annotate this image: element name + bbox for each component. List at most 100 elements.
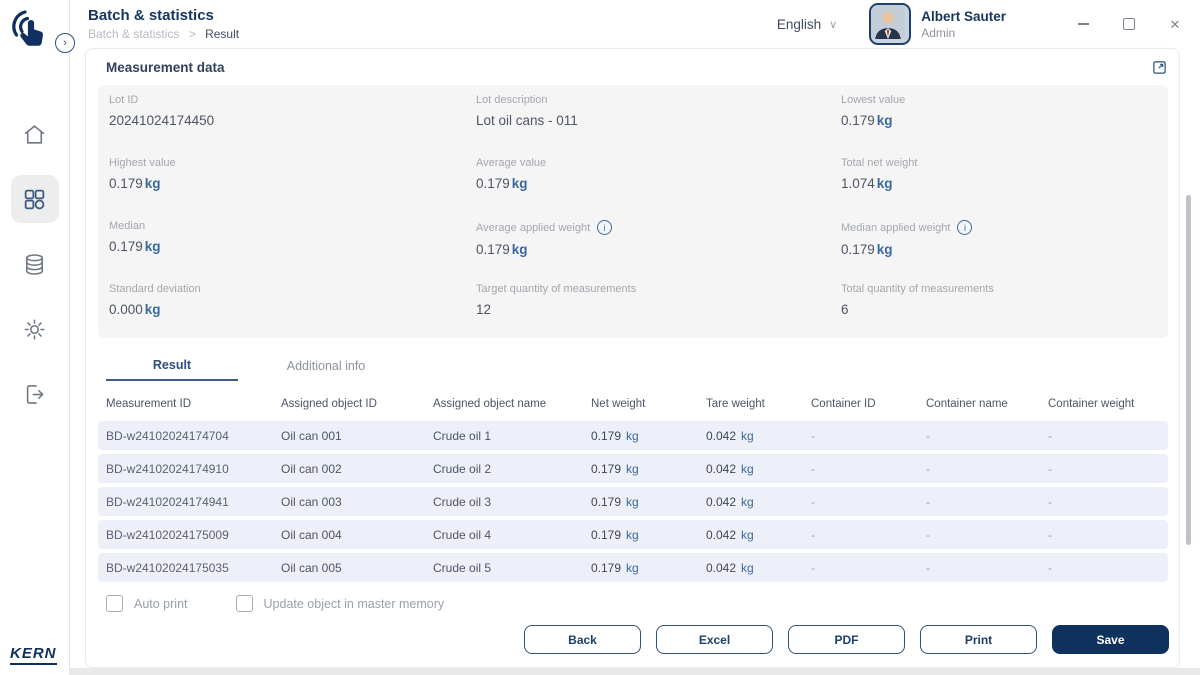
- cell-object-name: Crude oil 2: [433, 461, 492, 476]
- cell-container-name: -: [926, 428, 930, 443]
- table-row[interactable]: BD-w24102024175035 Oil can 005 Crude oil…: [98, 553, 1168, 582]
- chevron-right-icon: ›: [63, 36, 67, 49]
- sidebar-nav: [0, 110, 69, 418]
- sidebar-item-batches[interactable]: [10, 175, 59, 223]
- breadcrumb-parent[interactable]: Batch & statistics: [88, 27, 179, 41]
- stat-label: Average value: [476, 157, 547, 169]
- stat-value: 0.179: [476, 176, 510, 191]
- save-button[interactable]: Save: [1052, 625, 1169, 654]
- cell-object-name: Crude oil 1: [433, 428, 492, 443]
- stat-value: 20241024174450: [109, 113, 215, 128]
- sidebar-item-data[interactable]: [11, 240, 59, 288]
- stat-unit: kg: [144, 302, 161, 317]
- app-logo-icon: [6, 5, 54, 53]
- cell-object-id: Oil can 001: [281, 428, 342, 443]
- table-row[interactable]: BD-w24102024175009 Oil can 004 Crude oil…: [98, 520, 1168, 549]
- cell-net-weight: 0.179 kg: [591, 560, 639, 575]
- tab-result[interactable]: Result: [106, 351, 238, 381]
- sidebar: KERN: [0, 0, 70, 675]
- expand-button[interactable]: [1152, 60, 1167, 75]
- cell-container-id: -: [811, 461, 815, 476]
- cell-net-weight: 0.179 kg: [591, 428, 639, 443]
- card-header: Measurement data: [86, 49, 1179, 75]
- home-icon: [22, 122, 47, 147]
- cell-net-weight: 0.179 kg: [591, 461, 639, 476]
- cell-object-name: Crude oil 5: [433, 560, 492, 575]
- cell-tare-weight: 0.042 kg: [706, 494, 754, 509]
- tab-additional-info[interactable]: Additional info: [238, 351, 414, 381]
- stat-label: Target quantity of measurements: [476, 283, 637, 295]
- sidebar-item-home[interactable]: [11, 110, 59, 158]
- stat-label: Standard deviation: [109, 283, 201, 295]
- breadcrumb: Batch & statistics > Result: [88, 27, 239, 41]
- excel-button[interactable]: Excel: [656, 625, 773, 654]
- title-block: Batch & statistics Batch & statistics > …: [88, 7, 239, 42]
- update-object-checkbox[interactable]: Update object in master memory: [235, 595, 444, 612]
- checkbox-icon[interactable]: [106, 595, 123, 612]
- maximize-button[interactable]: [1122, 17, 1136, 31]
- column-header: Assigned object ID: [281, 398, 377, 410]
- tab-bar: Result Additional info: [106, 351, 1179, 381]
- cell-object-id: Oil can 003: [281, 494, 342, 509]
- stat-value: 0.000: [109, 302, 143, 317]
- cell-container-id: -: [811, 527, 815, 542]
- checkbox-icon[interactable]: [235, 595, 253, 612]
- cell-container-id: -: [811, 494, 815, 509]
- options-row: Auto print Update object in master memor…: [106, 595, 1179, 612]
- sidebar-collapse-button[interactable]: ›: [55, 33, 75, 53]
- stat-median: Median 0.179 kg: [109, 220, 476, 283]
- language-selector[interactable]: English ∨: [777, 17, 837, 32]
- cell-container-name: -: [926, 494, 930, 509]
- stat-target-quantity: Target quantity of measurements 12: [476, 283, 841, 346]
- apps-grid-icon: [22, 187, 47, 212]
- cell-container-name: -: [926, 461, 930, 476]
- info-icon[interactable]: i: [597, 220, 613, 235]
- breadcrumb-separator-icon: >: [188, 27, 196, 42]
- table-row[interactable]: BD-w24102024174941 Oil can 003 Crude oil…: [98, 487, 1168, 516]
- sidebar-item-settings[interactable]: [11, 305, 59, 353]
- close-icon: ✕: [1169, 16, 1181, 32]
- stat-label: Highest value: [109, 157, 176, 169]
- cell-net-weight: 0.179 kg: [591, 527, 639, 542]
- stat-value: 0.179: [109, 176, 143, 191]
- minimize-icon: [1077, 23, 1089, 25]
- cell-measurement-id: BD-w24102024175035: [106, 560, 229, 575]
- info-icon[interactable]: i: [957, 220, 973, 235]
- vertical-scrollbar[interactable]: [1186, 195, 1191, 545]
- stat-unit: kg: [876, 113, 893, 128]
- window-controls: ✕: [1076, 17, 1200, 31]
- user-name: Albert Sauter: [921, 9, 1006, 25]
- stat-unit: kg: [876, 176, 893, 191]
- pdf-button[interactable]: PDF: [788, 625, 905, 654]
- stat-median-applied-weight: Median applied weight i 0.179 kg: [841, 220, 1168, 283]
- stat-label: Median: [109, 220, 146, 232]
- card-title: Measurement data: [106, 60, 225, 75]
- column-header: Container ID: [811, 398, 876, 410]
- back-button[interactable]: Back: [524, 625, 641, 654]
- cell-tare-weight: 0.042 kg: [706, 527, 754, 542]
- maximize-icon: [1123, 18, 1135, 30]
- stat-average-applied-weight: Average applied weight i 0.179 kg: [476, 220, 841, 283]
- stat-average-value: Average value 0.179 kg: [476, 157, 841, 220]
- cell-measurement-id: BD-w24102024174941: [106, 494, 229, 509]
- settings-gear-icon: [22, 317, 47, 342]
- stat-total-quantity: Total quantity of measurements 6: [841, 283, 1168, 346]
- stat-label: Median applied weight: [841, 221, 951, 234]
- table-row[interactable]: BD-w24102024174910 Oil can 002 Crude oil…: [98, 454, 1168, 483]
- auto-print-checkbox[interactable]: Auto print: [106, 595, 188, 612]
- table-row[interactable]: BD-w24102024174704 Oil can 001 Crude oil…: [98, 421, 1168, 450]
- cell-net-weight: 0.179 kg: [591, 494, 639, 509]
- minimize-button[interactable]: [1076, 17, 1090, 31]
- avatar[interactable]: [869, 3, 912, 45]
- stat-unit: kg: [144, 176, 161, 191]
- column-header: Container weight: [1048, 398, 1135, 410]
- sidebar-item-logout[interactable]: [11, 370, 59, 418]
- close-button[interactable]: ✕: [1168, 17, 1182, 31]
- stat-value: 0.179: [841, 113, 875, 128]
- stat-value: 6: [841, 302, 849, 317]
- cell-object-name: Crude oil 3: [433, 494, 492, 509]
- print-button[interactable]: Print: [920, 625, 1037, 654]
- cell-container-id: -: [811, 428, 815, 443]
- cell-container-name: -: [926, 560, 930, 575]
- cell-container-id: -: [811, 560, 815, 575]
